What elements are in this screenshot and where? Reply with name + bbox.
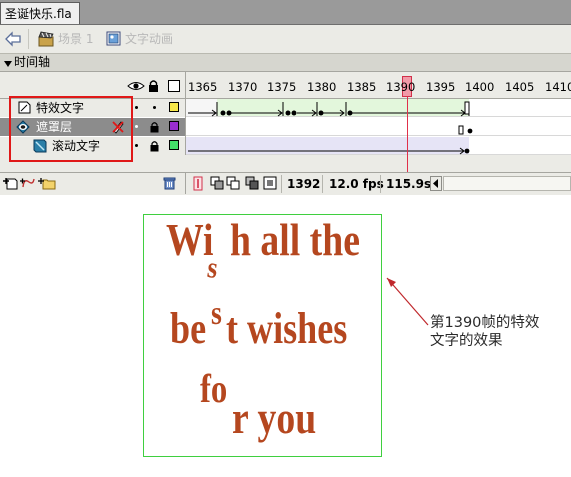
status-separator bbox=[281, 175, 282, 193]
onion-skin-outline-icon[interactable] bbox=[226, 176, 240, 190]
edit-multiple-frames-icon[interactable] bbox=[245, 176, 259, 190]
wish-text-part: h all the bbox=[230, 214, 360, 265]
frames-scroll-text[interactable] bbox=[186, 137, 571, 155]
layer-outline-color[interactable] bbox=[169, 102, 179, 112]
animated-letter: s bbox=[211, 295, 222, 332]
add-layer-icon[interactable] bbox=[3, 176, 19, 190]
modify-onion-markers-icon[interactable] bbox=[263, 176, 277, 190]
trash-icon[interactable] bbox=[163, 176, 176, 190]
breadcrumb-scene[interactable]: 场景 1 bbox=[58, 25, 93, 53]
layer-outline-color[interactable] bbox=[169, 121, 179, 131]
center-frame-icon[interactable] bbox=[193, 176, 203, 191]
wish-text-part: be bbox=[170, 304, 207, 353]
add-folder-icon[interactable] bbox=[38, 176, 56, 190]
scene-icon bbox=[38, 31, 54, 47]
wish-text-part: fo bbox=[200, 366, 228, 411]
annotation-line-1: 第1390帧的特效 bbox=[430, 315, 540, 331]
lock-dot[interactable] bbox=[153, 106, 156, 109]
wish-text-part: t wishes bbox=[226, 304, 348, 353]
frame-number: 1365 bbox=[188, 80, 218, 94]
timeline-header[interactable] bbox=[0, 54, 571, 72]
toolbar-divider bbox=[185, 173, 186, 194]
graphic-symbol-icon bbox=[106, 31, 121, 46]
frame-number: 1390 bbox=[386, 80, 416, 94]
status-separator bbox=[322, 175, 323, 193]
highlight-box bbox=[9, 96, 133, 162]
collapse-triangle-icon[interactable] bbox=[3, 58, 13, 68]
left-arrow-icon[interactable] bbox=[4, 30, 22, 48]
frame-number: 1375 bbox=[267, 80, 297, 94]
visibility-dot[interactable] bbox=[135, 125, 138, 128]
frame-number: 1410 bbox=[545, 80, 571, 94]
horizontal-scrollbar[interactable] bbox=[443, 176, 571, 191]
scroll-left-button[interactable] bbox=[430, 176, 442, 191]
frame-number: 1400 bbox=[465, 80, 495, 94]
visibility-dot[interactable] bbox=[135, 106, 138, 109]
annotation-line-2: 文字的效果 bbox=[430, 333, 503, 349]
frames-mask[interactable] bbox=[186, 118, 571, 136]
layer-outline-color[interactable] bbox=[169, 140, 179, 150]
current-frame-readout: 1392 bbox=[287, 177, 321, 191]
document-tab-bar bbox=[0, 0, 571, 25]
frame-rate-readout[interactable]: 12.0 fps bbox=[329, 176, 384, 192]
eye-icon[interactable] bbox=[127, 80, 145, 92]
status-separator bbox=[380, 175, 381, 193]
frame-number: 1380 bbox=[307, 80, 337, 94]
edit-bar-separator bbox=[28, 29, 29, 49]
timeline-title: 时间轴 bbox=[14, 55, 51, 69]
wish-text-part: r you bbox=[232, 392, 317, 443]
lock-icon[interactable] bbox=[148, 79, 159, 93]
lock-icon[interactable] bbox=[150, 121, 159, 133]
frame-number: 1405 bbox=[505, 80, 535, 94]
visibility-dot[interactable] bbox=[135, 144, 138, 147]
onion-skin-icon[interactable] bbox=[210, 176, 224, 190]
outline-icon[interactable] bbox=[168, 80, 180, 92]
annotation-text: 第1390帧的特效 文字的效果 bbox=[430, 314, 570, 350]
lock-icon[interactable] bbox=[150, 140, 159, 152]
breadcrumb-symbol[interactable]: 文字动画 bbox=[125, 25, 173, 53]
document-tab[interactable]: 圣诞快乐.fla bbox=[0, 2, 80, 24]
wish-text-part: Wi bbox=[166, 214, 214, 265]
frames-effect-text[interactable] bbox=[186, 99, 571, 117]
stage-content-box[interactable]: Wi s h all the be s t wishes fo r you bbox=[143, 214, 382, 457]
elapsed-time-readout: 115.9s bbox=[386, 177, 432, 191]
frame-number: 1370 bbox=[228, 80, 258, 94]
add-motion-guide-icon[interactable] bbox=[20, 176, 36, 190]
frame-number: 1385 bbox=[347, 80, 377, 94]
frame-number: 1395 bbox=[426, 80, 456, 94]
